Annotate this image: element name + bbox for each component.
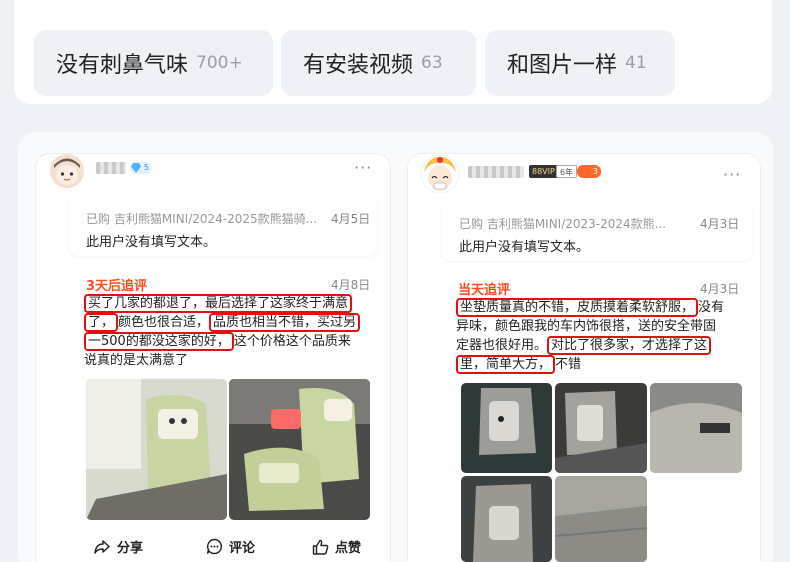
share-button[interactable]: 分享 (93, 537, 143, 556)
review-date: 4月3日 (700, 217, 740, 231)
share-label: 分享 (117, 541, 144, 556)
review-date: 4月5日 (331, 212, 371, 226)
more-options-icon[interactable]: ··· (354, 158, 372, 177)
followup-line: 定器也很好用。 对比了很多家，才选择了这 (456, 336, 748, 355)
tag-label: 有安装视频 (303, 53, 414, 78)
followup-segment: 定器也很好用。 (456, 338, 548, 353)
followup-segment: 异味，颜色跟我的车内饰很搭，送的安全带固 (456, 319, 717, 334)
user-avatar[interactable] (420, 154, 460, 194)
review-original: 已购 吉利熊猫MINI/2023-2024款熊... 4月3日 此用户没有填写文… (442, 201, 752, 261)
followup-segment: 说真的是太满意了 (84, 353, 189, 368)
more-options-icon[interactable]: ··· (723, 165, 741, 184)
review-photo-1[interactable] (461, 383, 552, 473)
avatar-cartoon-icon (50, 154, 84, 188)
followup-segment: 没有 (698, 300, 725, 315)
comment-label: 评论 (229, 541, 256, 556)
comment-icon (206, 538, 223, 555)
tag-label: 和图片一样 (507, 53, 618, 78)
purchase-info: 已购 吉利熊猫MINI/2023-2024款熊... (459, 217, 667, 231)
followup-segment: 颜色也很合适， (118, 315, 210, 330)
highlighted-text: 里，简单大方， (456, 355, 556, 374)
followup-date: 4月3日 (700, 282, 740, 296)
thumbs-up-icon (312, 539, 329, 555)
followup-line: 一500的都没这家的好， 这个价格这个品质来 (84, 332, 374, 351)
followup-segment: 不错 (555, 357, 582, 372)
highlighted-text: 品质也相当不错，买过另 (209, 313, 361, 332)
highlighted-text: 了， (84, 313, 119, 332)
username-blurred (96, 162, 126, 174)
tag-count: 63 (421, 53, 443, 73)
highlighted-text: 一500的都没这家的好， (84, 332, 234, 351)
purchase-info: 已购 吉利熊猫MINI/2024-2025款熊猫骑... (86, 212, 318, 226)
followup-text: 坐垫质量真的不错，皮质摸着柔软舒服， 没有异味，颜色跟我的车内饰很搭，送的安全带固… (456, 298, 748, 374)
like-label: 点赞 (335, 541, 362, 556)
highlighted-text: 对比了很多家，才选择了这 (547, 336, 712, 355)
followup-line: 说真的是太满意了 (84, 351, 374, 370)
review-text: 此用户没有填写文本。 (459, 240, 590, 255)
followup-line: 坐垫质量真的不错，皮质摸着柔软舒服， 没有 (456, 298, 748, 317)
like-button[interactable]: 点赞 (312, 537, 361, 556)
user-avatar[interactable] (50, 154, 84, 188)
followup-line: 里，简单大方， 不错 (456, 355, 748, 374)
comment-button[interactable]: 评论 (206, 537, 255, 556)
highlighted-text: 坐垫质量真的不错，皮质摸着柔软舒服， (456, 298, 699, 317)
tag-count: 700+ (196, 53, 243, 73)
review-original: 已购 吉利熊猫MINI/2024-2025款熊猫骑... 4月5日 此用户没有填… (69, 196, 377, 256)
review-photo-2[interactable] (555, 383, 647, 473)
tag-install-video[interactable]: 有安装视频 63 (281, 30, 476, 96)
avatar-anime-icon (420, 154, 460, 194)
tag-count: 41 (625, 53, 647, 73)
review-photo-1[interactable] (86, 379, 227, 520)
tag-label: 没有刺鼻气味 (56, 53, 189, 78)
level-badge: 3 (577, 165, 601, 178)
highlighted-text: 买了几家的都退了，最后选择了这家终于满意 (84, 294, 353, 313)
followup-text: 买了几家的都退了，最后选择了这家终于满意 了， 颜色也很合适， 品质也相当不错，买过另… (84, 294, 374, 370)
followup-line: 买了几家的都退了，最后选择了这家终于满意 (84, 294, 374, 313)
followup-title: 当天追评 (458, 283, 511, 298)
followup-line: 异味，颜色跟我的车内饰很搭，送的安全带固 (456, 317, 748, 336)
review-photo-2[interactable] (229, 379, 370, 520)
review-text: 此用户没有填写文本。 (86, 235, 217, 250)
followup-date: 4月8日 (331, 278, 371, 292)
review-photo-5[interactable] (555, 476, 647, 562)
share-icon (94, 539, 110, 554)
membership-years: 6年 (556, 165, 578, 178)
gem-level-badge: 5 (130, 162, 152, 174)
vip-badge: 88VIP (529, 165, 558, 178)
followup-title: 3天后追评 (86, 279, 148, 294)
review-photo-4[interactable] (461, 476, 552, 562)
username-blurred (468, 166, 524, 178)
followup-segment: 这个价格这个品质来 (233, 334, 351, 349)
tag-no-smell[interactable]: 没有刺鼻气味 700+ (34, 30, 273, 96)
followup-line: 了， 颜色也很合适， 品质也相当不错，买过另 (84, 313, 374, 332)
review-photo-3[interactable] (650, 383, 742, 473)
tag-same-as-picture[interactable]: 和图片一样 41 (485, 30, 675, 96)
